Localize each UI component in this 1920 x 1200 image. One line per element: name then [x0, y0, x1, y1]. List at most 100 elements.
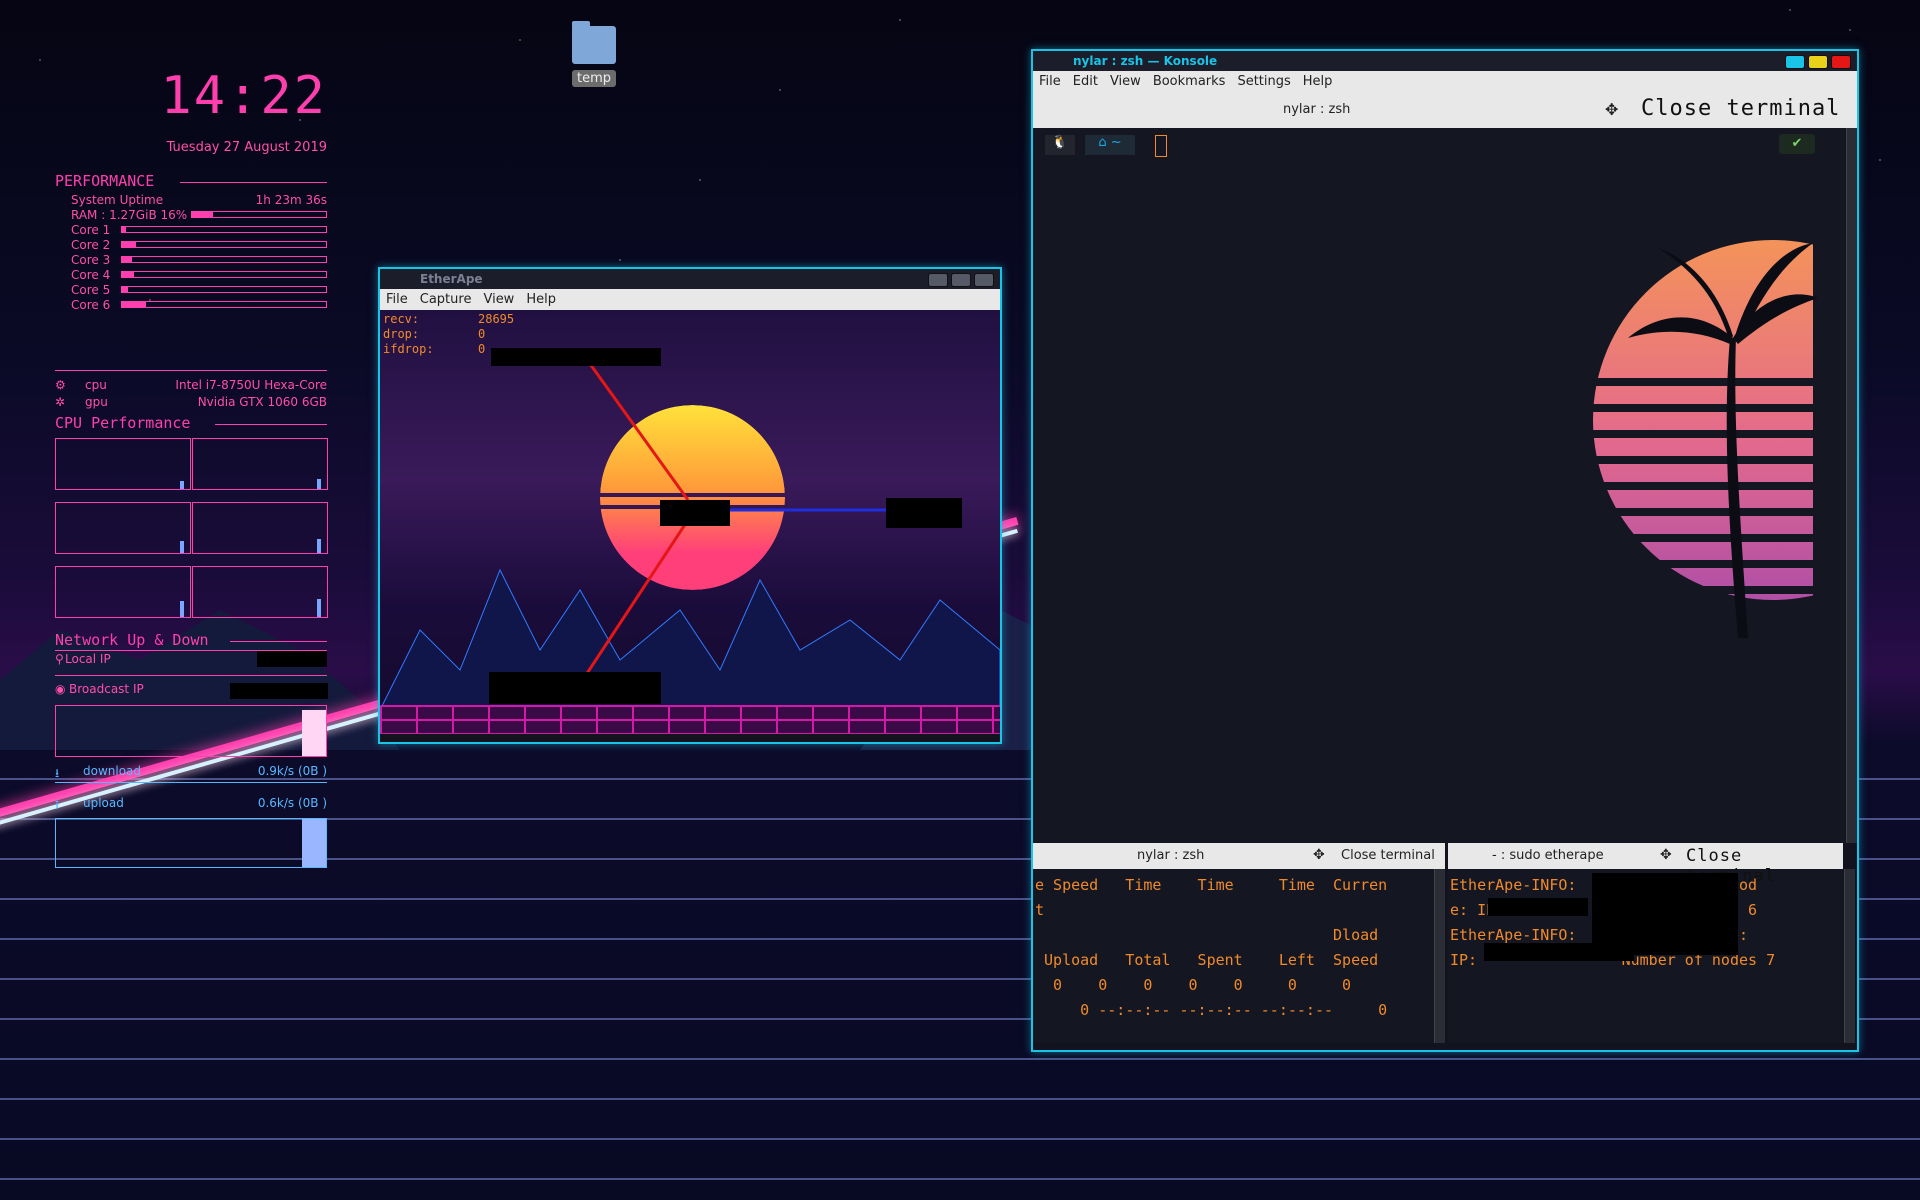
ram-label: RAM : 1.27GiB 16% [71, 208, 188, 222]
divider [55, 675, 327, 676]
folder-label: temp [571, 70, 616, 87]
folder-icon [572, 21, 616, 64]
curl-output: e Speed Time Time Time Curren t Dload Up… [1035, 876, 1388, 1019]
menu-settings[interactable]: Settings [1231, 71, 1296, 92]
cpu-core-graph [55, 438, 191, 490]
konsole-tab-header: nylar : zsh ✥ Close terminal [1033, 92, 1857, 128]
close-button[interactable] [974, 273, 994, 287]
menu-bookmarks[interactable]: Bookmarks [1147, 71, 1232, 92]
core-bar-fill [122, 242, 137, 247]
terminal-pane-left[interactable]: nylar : zsh ✥ Close terminal e Speed Tim… [1033, 843, 1445, 1043]
cpu-core-graph [192, 438, 328, 490]
download-value: 0.9k/s (0B ) [257, 764, 327, 778]
cpu-value: Intel i7-8750U Hexa-Core [175, 378, 327, 392]
upload-value: 0.6k/s (0B ) [257, 796, 327, 810]
network-node[interactable] [489, 672, 661, 704]
konsole-titlebar[interactable]: nylar : zsh — Konsole [1033, 51, 1857, 71]
broadcast-ip-label: Broadcast IP [69, 682, 144, 696]
pane-header: - : sudo etherape ✥ Close terminal [1448, 843, 1843, 886]
close-button[interactable] [1831, 55, 1851, 69]
gpu-icon: ✲ [55, 395, 66, 409]
download-row: ⭳ download 0.9k/s (0B ) [55, 764, 327, 780]
core-row: Core 2 [71, 238, 327, 252]
redacted-broadcast-ip [230, 683, 328, 699]
close-terminal-button[interactable]: Close terminal [1641, 96, 1840, 121]
drag-handle-icon[interactable]: ✥ [1605, 100, 1618, 119]
menu-capture[interactable]: Capture [414, 289, 478, 310]
pane-scrollbar[interactable] [1844, 869, 1855, 1043]
terminal-main[interactable]: 🐧 ⌂ ~ ✔ [1033, 128, 1845, 843]
redacted-ip [1488, 898, 1588, 916]
network-title: Network Up & Down [55, 631, 209, 649]
cpu-core-graph [192, 502, 328, 554]
core-bar [121, 256, 327, 263]
upload-graph [55, 818, 327, 868]
core-label: Core 2 [71, 238, 111, 252]
local-ip-label: Local IP [65, 652, 111, 666]
download-icon: ⭳ [55, 766, 60, 780]
close-terminal-button[interactable]: Close terminal [1341, 848, 1435, 863]
minimize-button[interactable] [1785, 55, 1805, 69]
core-bar-fill [122, 302, 147, 307]
terminal-pane-right[interactable]: - : sudo etherape ✥ Close terminal Ether… [1448, 843, 1855, 1043]
core-row: Core 3 [71, 253, 327, 267]
minimize-button[interactable] [928, 273, 948, 287]
redacted-ip [1484, 943, 1634, 961]
redacted-local-ip [257, 651, 327, 667]
pane-scrollbar[interactable] [1434, 869, 1445, 1043]
menu-file[interactable]: File [380, 289, 414, 310]
menu-view[interactable]: View [477, 289, 520, 310]
drag-handle-icon[interactable]: ✥ [1660, 847, 1672, 863]
maximize-button[interactable] [951, 273, 971, 287]
network-node[interactable] [886, 498, 962, 528]
core-label: Core 5 [71, 283, 111, 297]
divider [215, 424, 327, 425]
etherape-window: EtherApe File Capture View Help recv: 28695 … [378, 267, 1002, 744]
network-node[interactable] [491, 348, 661, 366]
menu-file[interactable]: File [1033, 71, 1067, 92]
divider [230, 641, 327, 642]
pane-title: nylar : zsh [1137, 848, 1205, 863]
core-bar [121, 271, 327, 278]
download-label: download [83, 764, 142, 778]
cpu-performance-title: CPU Performance [55, 414, 191, 432]
drag-handle-icon[interactable]: ✥ [1313, 847, 1325, 863]
upload-icon: ⭱ [55, 798, 60, 812]
main-scrollbar[interactable] [1846, 128, 1857, 843]
pane-title: - : sudo etherape [1492, 848, 1604, 863]
cpu-label: cpu [85, 378, 107, 392]
etherape-titlebar[interactable]: EtherApe [380, 269, 1000, 289]
core-bar-fill [122, 227, 127, 232]
menu-view[interactable]: View [1104, 71, 1147, 92]
divider [180, 182, 327, 183]
menu-help[interactable]: Help [1297, 71, 1339, 92]
cursor [1155, 135, 1167, 157]
cpu-core-graph [55, 502, 191, 554]
core-label: Core 1 [71, 223, 111, 237]
upload-row: ⭱ upload 0.6k/s (0B ) [55, 796, 327, 812]
core-label: Core 4 [71, 268, 111, 282]
palm-tree-silhouette [1628, 243, 1818, 638]
maximize-button[interactable] [1808, 55, 1828, 69]
menu-help[interactable]: Help [520, 289, 562, 310]
cpu-row: ⚙ cpu Intel i7-8750U Hexa-Core [55, 378, 327, 392]
window-title: EtherApe [420, 272, 483, 286]
core-label: Core 6 [71, 298, 111, 312]
uptime-label: System Uptime [71, 193, 164, 207]
date: Tuesday 27 August 2019 [166, 140, 327, 155]
core-row: Core 4 [71, 268, 327, 282]
etherape-graph-canvas[interactable]: recv: 28695 drop: 0 ifdrop: 0 [380, 310, 1000, 734]
gpu-row: ✲ gpu Nvidia GTX 1060 6GB [55, 395, 327, 409]
tab-title: nylar : zsh [1283, 102, 1351, 117]
network-node[interactable] [660, 500, 730, 526]
clock: 14:22 [160, 66, 327, 126]
download-graph [55, 705, 327, 757]
core-bar [121, 286, 327, 293]
performance-section-header: PERFORMANCE [55, 172, 327, 190]
divider [55, 782, 327, 783]
tux-icon: 🐧 [1045, 135, 1075, 155]
desktop-folder-temp[interactable]: temp [570, 21, 618, 87]
core-bar [121, 301, 327, 308]
etherape-menubar: File Capture View Help [380, 289, 1000, 310]
menu-edit[interactable]: Edit [1067, 71, 1104, 92]
